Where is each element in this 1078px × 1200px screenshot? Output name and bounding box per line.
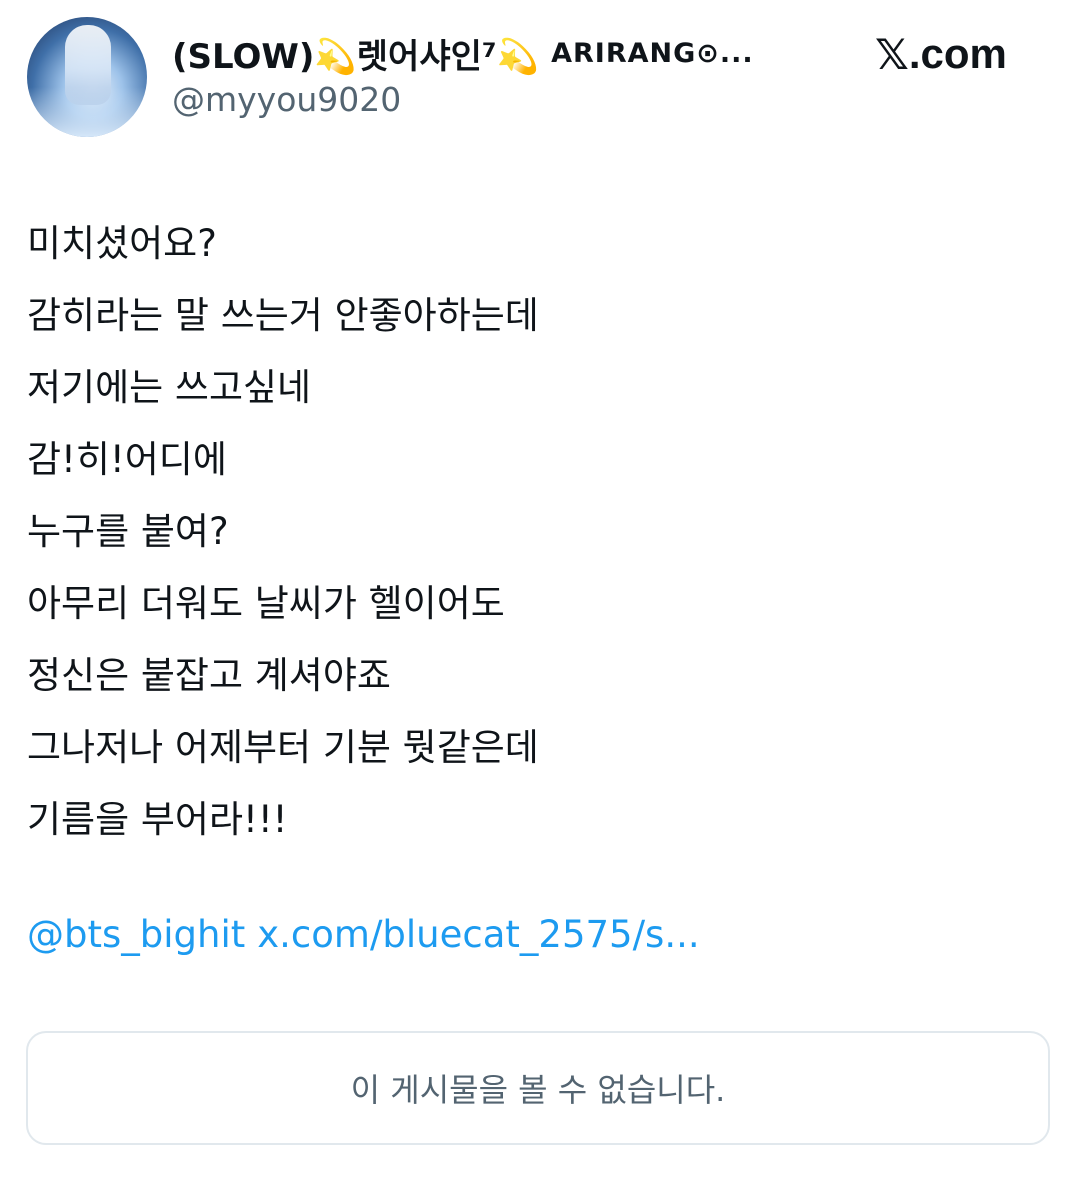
tweet-header: (SLOW)💫렛어샤인⁷💫 ARIRANG⊙... @myyou9020 𝕏 .… [0, 0, 1078, 160]
unavailable-message: 이 게시물을 볼 수 없습니다. [350, 1071, 726, 1109]
tweet-line: 감!히!어디에 [27, 438, 227, 481]
tweet-line: 미치셨어요? [27, 222, 217, 265]
tweet-links: @bts_bighit x.com/bluecat_2575/s... [27, 905, 712, 965]
tweet-line: 정신은 붙잡고 계셔야죠 [27, 654, 391, 697]
quoted-post-unavailable[interactable]: 이 게시물을 볼 수 없습니다. [26, 1031, 1050, 1145]
tweet-line: 아무리 더워도 날씨가 헬이어도 [27, 582, 505, 625]
tweet-line: 감히라는 말 쓰는거 안좋아하는데 [27, 294, 539, 337]
brand-domain: .com [908, 30, 1007, 77]
author-display-name-tail[interactable]: ARIRANG⊙... [551, 38, 754, 69]
author-display-name[interactable]: (SLOW)💫렛어샤인⁷💫 [172, 29, 539, 78]
author-handle[interactable]: @myyou9020 [172, 80, 401, 119]
tweet-line: 기름을 부어라!!! [27, 798, 288, 841]
x-logo-icon: 𝕏 [875, 29, 909, 79]
tweet-line: 저기에는 쓰고싶네 [27, 366, 312, 409]
tweet-line: 누구를 붙여? [27, 510, 229, 553]
url-link[interactable]: x.com/bluecat_2575/s... [257, 913, 699, 956]
x-brand: 𝕏 .com [875, 26, 1007, 82]
author-name-row[interactable]: (SLOW)💫렛어샤인⁷💫 ARIRANG⊙... [172, 28, 754, 78]
tweet-text: 미치셨어요? 감히라는 말 쓰는거 안좋아하는데 저기에는 쓰고싶네 감!히!어… [27, 208, 1047, 856]
avatar-glow [27, 87, 147, 137]
avatar[interactable] [27, 17, 147, 137]
tweet-line: 그나저나 어제부터 기분 뭣같은데 [27, 726, 539, 769]
mention-link[interactable]: @bts_bighit [27, 913, 245, 956]
